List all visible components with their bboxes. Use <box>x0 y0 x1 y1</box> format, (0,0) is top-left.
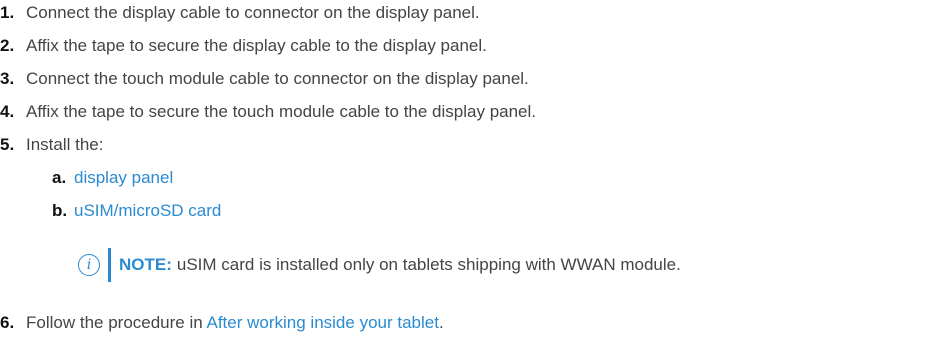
step-number: 5. <box>0 135 15 154</box>
note-callout: i NOTE: uSIM card is installed only on t… <box>78 248 681 282</box>
step-3: 3. Connect the touch module cable to conn… <box>0 66 529 92</box>
step-number: 1. <box>0 3 15 22</box>
step-4: 4. Affix the tape to secure the touch mod… <box>0 99 536 125</box>
step-text-before: Follow the procedure in <box>26 313 207 332</box>
note-text: uSIM card is installed only on tablets s… <box>176 255 681 274</box>
step-number: 4. <box>0 102 15 121</box>
step-5: 5. Install the: <box>0 132 104 158</box>
step-text: Connect the display cable to connector o… <box>26 3 480 22</box>
procedure-page: 1. Connect the display cable to connector… <box>0 0 936 363</box>
step-text: Affix the tape to secure the display cab… <box>26 36 487 55</box>
step-number: 2. <box>0 36 15 55</box>
step-number: 3. <box>0 69 15 88</box>
step-text-after: . <box>438 313 444 332</box>
info-icon: i <box>78 254 100 276</box>
substep-letter: b. <box>52 201 68 220</box>
note-divider <box>108 248 111 282</box>
after-working-inside-tablet-link[interactable]: After working inside your tablet <box>207 313 439 332</box>
step-2: 2. Affix the tape to secure the display c… <box>0 33 487 59</box>
display-panel-link[interactable]: display panel <box>74 168 173 187</box>
step-text: Connect the touch module cable to connec… <box>26 69 529 88</box>
note-label: NOTE: <box>119 255 172 274</box>
substep-b: b. uSIM/microSD card <box>52 198 221 224</box>
substep-letter: a. <box>52 168 67 187</box>
step-text: Affix the tape to secure the touch modul… <box>26 102 537 121</box>
step-text: Install the: <box>26 135 104 154</box>
step-1: 1. Connect the display cable to connector… <box>0 0 480 26</box>
step-6: 6. Follow the procedure in After working … <box>0 310 444 336</box>
step-number: 6. <box>0 313 15 332</box>
usim-microsd-card-link[interactable]: uSIM/microSD card <box>74 201 221 220</box>
substep-a: a. display panel <box>52 165 173 191</box>
